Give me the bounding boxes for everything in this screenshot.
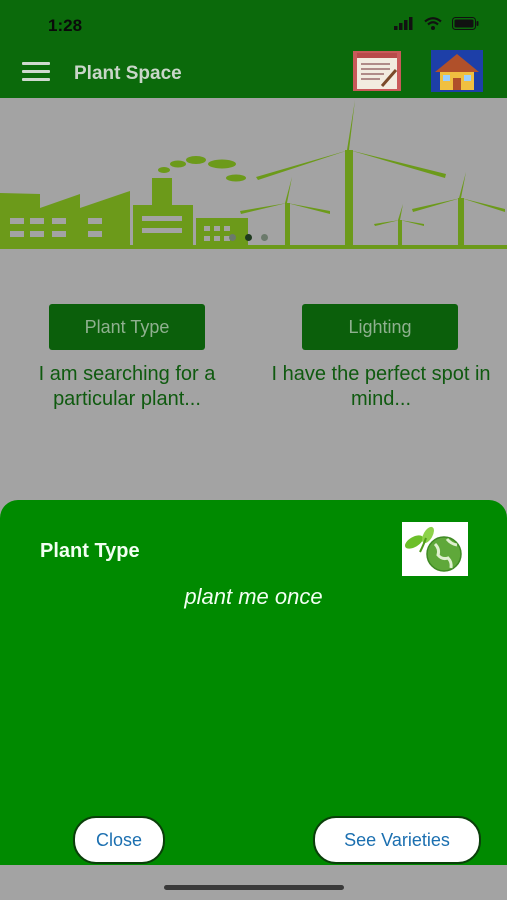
- page-dot[interactable]: [261, 234, 268, 241]
- banner: [0, 98, 507, 253]
- app-title: Plant Space: [74, 63, 182, 84]
- see-varieties-button[interactable]: See Varieties: [313, 816, 481, 864]
- plant-type-sheet: Plant Type plant me once Close See Varie…: [0, 500, 507, 865]
- home-icon[interactable]: [431, 50, 483, 92]
- plant-type-description: I am searching for a particular plant...: [38, 363, 216, 410]
- notes-icon[interactable]: [352, 50, 402, 92]
- factory-wind-turbine-illustration: [0, 100, 507, 249]
- plant-type-button[interactable]: Plant Type: [49, 304, 205, 350]
- status-bar: 1:28: [0, 0, 507, 48]
- menu-icon[interactable]: [22, 62, 50, 84]
- globe-leaf-icon: [402, 522, 468, 576]
- bottom-safe-area: [0, 865, 507, 900]
- page-dot-active[interactable]: [245, 234, 252, 241]
- signal-icon: [394, 17, 413, 30]
- sheet-subtitle: plant me once: [184, 584, 323, 609]
- battery-icon: [452, 17, 479, 30]
- page-dot[interactable]: [229, 234, 236, 241]
- close-button[interactable]: Close: [73, 816, 165, 864]
- status-icons: [394, 17, 479, 30]
- status-time: 1:28: [48, 16, 83, 35]
- lighting-description: I have the perfect spot in mind...: [271, 363, 491, 410]
- banner-page-dots[interactable]: [229, 234, 268, 241]
- lighting-button[interactable]: Lighting: [302, 304, 458, 350]
- sheet-title: Plant Type: [40, 540, 140, 562]
- app-bar: Plant Space: [0, 48, 507, 98]
- home-indicator[interactable]: [164, 885, 344, 890]
- wifi-icon: [424, 17, 442, 30]
